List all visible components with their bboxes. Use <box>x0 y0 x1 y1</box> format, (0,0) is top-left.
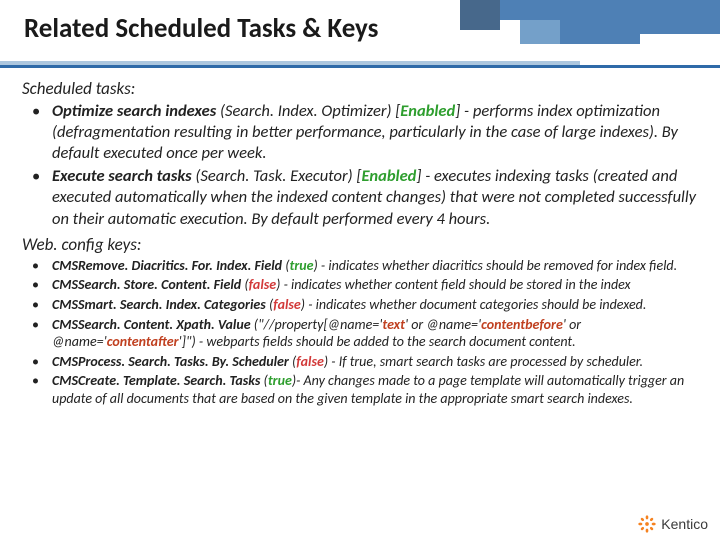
slide-body: Scheduled tasks: Optimize search indexes… <box>0 68 720 408</box>
key-item: CMSSmart. Search. Index. Categories (fal… <box>28 296 698 314</box>
key-item: CMSSearch. Content. Xpath. Value ("//pro… <box>28 316 698 351</box>
key-item: CMSRemove. Diacritics. For. Index. Field… <box>28 257 698 275</box>
key-item: CMSProcess. Search. Tasks. By. Scheduler… <box>28 353 698 371</box>
tasks-list: Optimize search indexes (Search. Index. … <box>28 101 698 230</box>
brand-logo: Kentico <box>637 514 708 534</box>
keys-section-label: Web. config keys: <box>22 234 698 255</box>
tasks-section-label: Scheduled tasks: <box>22 78 698 99</box>
slide-header: Related Scheduled Tasks & Keys <box>0 0 720 68</box>
task-item: Optimize search indexes (Search. Index. … <box>28 101 698 164</box>
keys-list: CMSRemove. Diacritics. For. Index. Field… <box>28 257 698 408</box>
page-title: Related Scheduled Tasks & Keys <box>24 12 696 45</box>
brand-name: Kentico <box>661 516 708 532</box>
task-item: Execute search tasks (Search. Task. Exec… <box>28 166 698 229</box>
key-item: CMSSearch. Store. Content. Field (false)… <box>28 276 698 294</box>
key-item: CMSCreate. Template. Search. Tasks (true… <box>28 372 698 407</box>
kentico-icon <box>637 514 657 534</box>
